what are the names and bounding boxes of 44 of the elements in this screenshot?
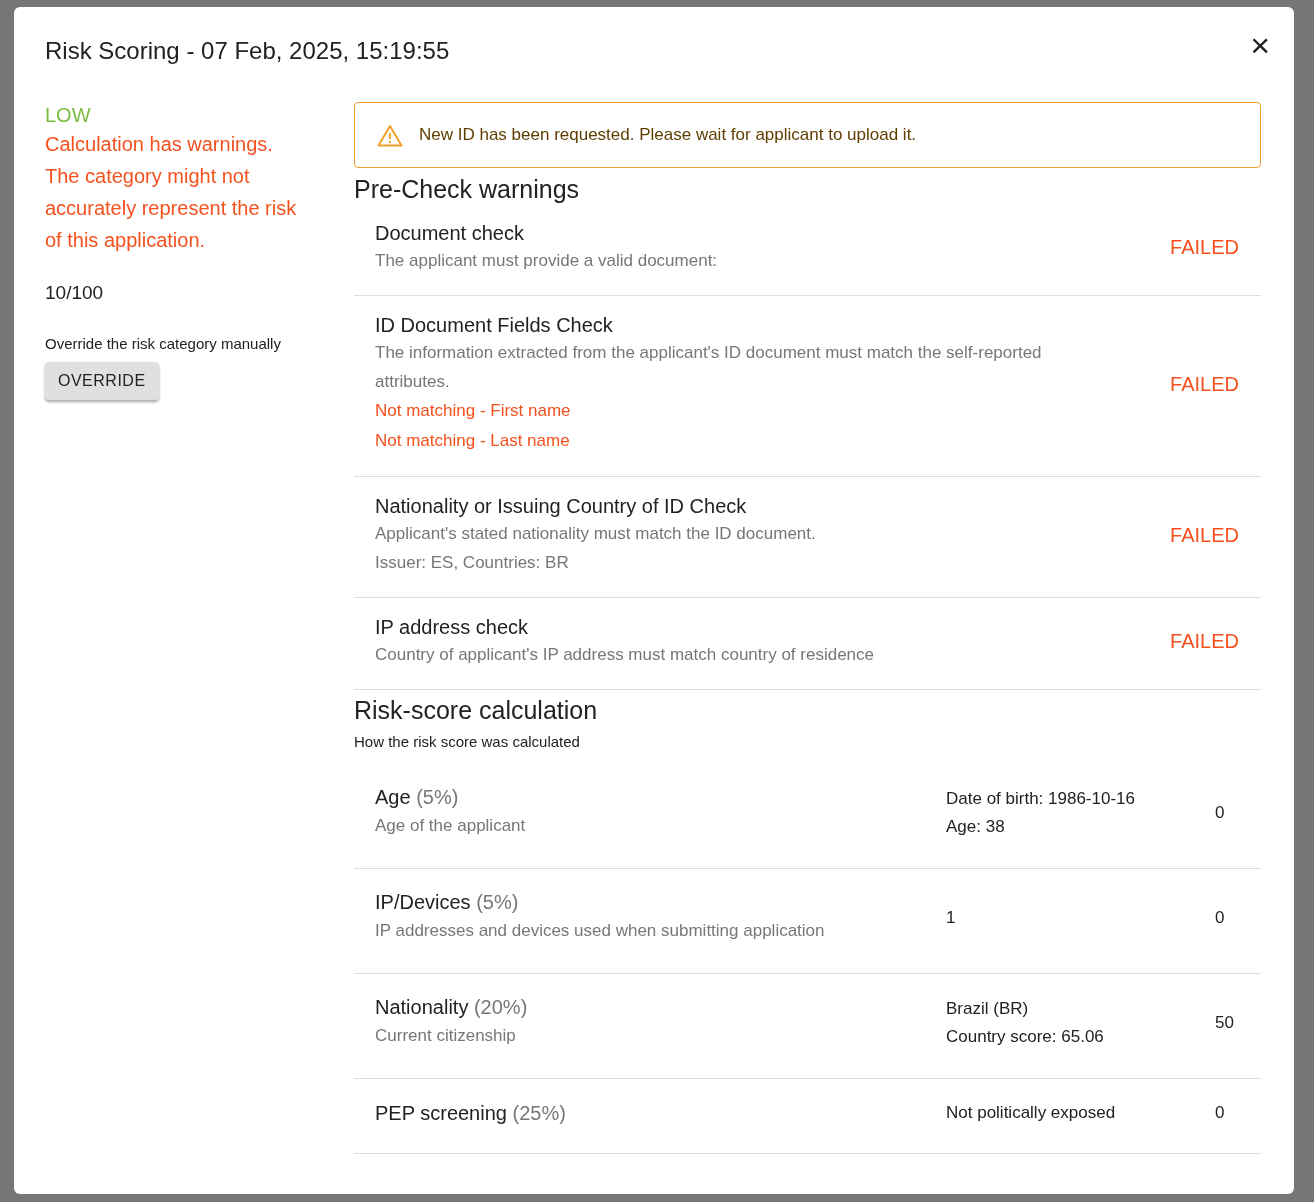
- risk-category: LOW: [45, 103, 92, 128]
- close-button[interactable]: ×: [1244, 27, 1276, 63]
- check-description: The applicant must provide a valid document:: [375, 250, 719, 272]
- factor-name: Age (5%): [375, 785, 460, 810]
- factor-score: 0: [1215, 803, 1226, 823]
- factor-score: 50: [1215, 1013, 1235, 1033]
- check-title: Document check: [375, 221, 525, 246]
- factor-description: Current citizenship: [375, 1025, 517, 1047]
- check-description: Applicant's stated nationality must match the ID document.: [375, 523, 817, 545]
- check-description: The information extracted from the applicant's ID document must match the self-reported attributes.: [375, 342, 1043, 393]
- section-heading: Risk-score calculation: [354, 696, 599, 725]
- factor-name: Nationality (20%): [375, 995, 529, 1020]
- check-issue: Not matching - Last name: [375, 430, 571, 452]
- override-button[interactable]: OVERRIDE: [45, 362, 159, 400]
- check-title: ID Document Fields Check: [375, 313, 614, 338]
- factor-detail: Age: 38: [946, 816, 1006, 838]
- section-subheading: How the risk score was calculated: [354, 733, 581, 750]
- factor-detail: 1: [946, 907, 957, 929]
- dialog-title: Risk Scoring - 07 Feb, 2025, 15:19:55: [45, 37, 450, 65]
- check-description: Country of applicant's IP address must match country of residence: [375, 644, 875, 666]
- override-hint: Override the risk category manually: [45, 335, 282, 352]
- factor-score: 0: [1215, 1103, 1226, 1123]
- factor-detail: Country score: 65.06: [946, 1026, 1105, 1048]
- risk-score: 10/100: [45, 282, 105, 304]
- check-status: FAILED: [1170, 630, 1239, 653]
- factor-detail: Not politically exposed: [946, 1102, 1117, 1124]
- factor-description: Age of the applicant: [375, 815, 527, 837]
- section-heading: Pre-Check warnings: [354, 175, 581, 204]
- check-issue: Not matching - First name: [375, 400, 572, 422]
- calculation-warning: Calculation has warnings. The category might not accurately represent the risk of this application.: [45, 132, 298, 253]
- warning-icon: [377, 123, 403, 147]
- check-status: FAILED: [1170, 236, 1239, 259]
- check-title: IP address check: [375, 615, 530, 640]
- check-description: Issuer: ES, Countries: BR: [375, 552, 570, 574]
- check-status: FAILED: [1170, 523, 1239, 547]
- factor-name: IP/Devices (5%): [375, 890, 520, 915]
- check-title: Nationality or Issuing Country of ID Check: [375, 494, 748, 519]
- factor-name: PEP screening (25%): [375, 1101, 567, 1126]
- alert-message: New ID has been requested. Please wait for applicant to upload it.: [419, 125, 917, 145]
- factor-detail: Brazil (BR): [946, 998, 1030, 1020]
- factor-detail: Date of birth: 1986-10-16: [946, 788, 1136, 810]
- factor-score: 0: [1215, 908, 1226, 928]
- check-status: FAILED: [1170, 372, 1239, 396]
- factor-description: IP addresses and devices used when submitting application: [375, 920, 826, 942]
